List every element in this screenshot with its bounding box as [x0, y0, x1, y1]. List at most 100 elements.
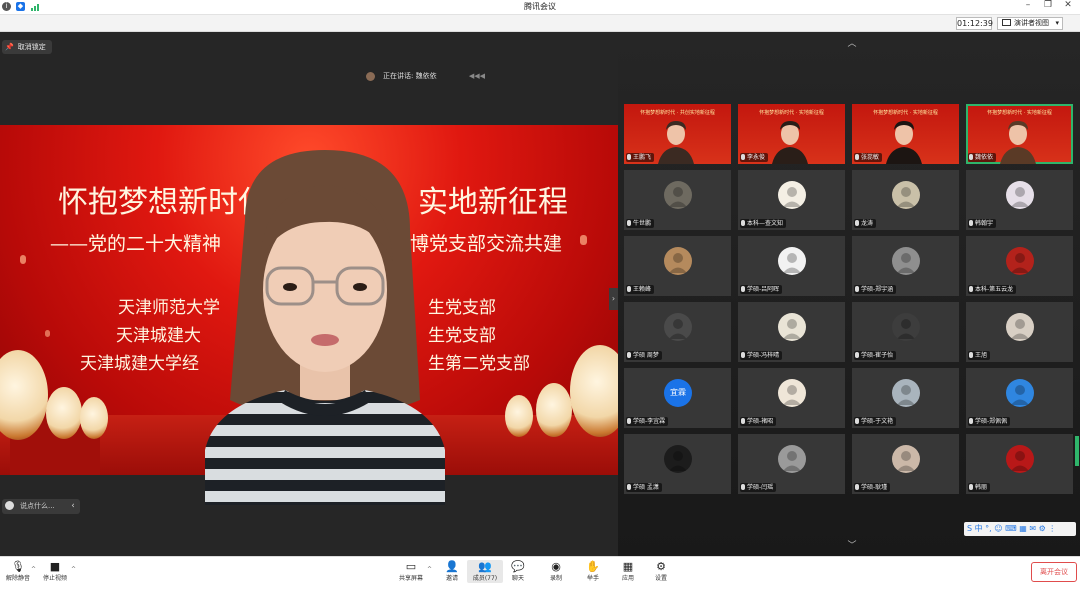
- avatar: [664, 247, 692, 275]
- avatar: [892, 445, 920, 473]
- microphone-icon: [855, 484, 859, 490]
- share-options-caret-icon[interactable]: ^: [427, 566, 432, 573]
- participant-tile[interactable]: 学硕-褚昭: [738, 368, 845, 428]
- speaker-video: [205, 150, 445, 505]
- chevron-down-icon: ▾: [1055, 19, 1059, 27]
- participant-tile[interactable]: 王赖峰: [624, 236, 731, 296]
- avatar: [892, 379, 920, 407]
- apps-label: 应用: [621, 575, 634, 582]
- participant-tile[interactable]: 牛世鹏: [624, 170, 731, 230]
- members-button[interactable]: 👥 成员(77): [467, 560, 503, 583]
- participant-name: 学硕 孟潇: [633, 484, 659, 491]
- participant-name: 学硕-闫瑶: [747, 484, 774, 491]
- minimize-icon[interactable]: –: [1020, 0, 1036, 10]
- microphone-icon: [855, 286, 859, 292]
- record-label: 录制: [549, 575, 562, 582]
- video-options-caret-icon[interactable]: ^: [71, 566, 76, 573]
- participant-tile[interactable]: 本科—查文知: [738, 170, 845, 230]
- participant-name: 学硕-冯梓晴: [747, 352, 780, 359]
- microphone-icon: [741, 418, 745, 424]
- participant-name-label: 龙涛: [854, 219, 877, 228]
- video-button[interactable]: ■ 停止视频: [37, 560, 73, 583]
- meeting-timer: 01:12:39: [956, 17, 993, 30]
- invite-button[interactable]: 👤 邀请: [434, 560, 470, 583]
- participant-tile[interactable]: 怀抱梦想新时代 · 实地新征程 张蕊敏: [852, 104, 959, 164]
- participant-name-label: 本科-第五云龙: [968, 285, 1017, 294]
- participant-name: 学硕-于文艳: [861, 418, 894, 425]
- share-screen-button[interactable]: ▭ 共享屏幕: [393, 560, 429, 583]
- participant-video: [772, 120, 808, 164]
- invite-label: 邀请: [445, 575, 458, 582]
- chat-button[interactable]: 💬 聊天: [500, 560, 536, 583]
- drum-decoration: [536, 383, 572, 437]
- tile-banner: 怀抱梦想新时代 · 实地新征程: [759, 110, 824, 116]
- participant-tile[interactable]: 韩翰宇: [966, 170, 1073, 230]
- microphone-icon: [627, 352, 631, 358]
- participant-tile[interactable]: 宜霖 学硕-李宜霖: [624, 368, 731, 428]
- tile-banner: 怀抱梦想新时代 · 共创实地新征程: [640, 110, 715, 116]
- mute-options-caret-icon[interactable]: ^: [31, 566, 36, 573]
- microphone-icon: [855, 418, 859, 424]
- participant-video: [886, 120, 922, 164]
- tile-banner: 怀抱梦想新时代 · 实地新征程: [987, 110, 1052, 116]
- microphone-icon: [969, 352, 973, 358]
- tile-banner: 怀抱梦想新时代 · 实地新征程: [873, 110, 938, 116]
- chevron-right-icon: ›: [611, 294, 616, 303]
- microphone-icon: [627, 418, 631, 424]
- participant-tile[interactable]: 学硕-闫瑶: [738, 434, 845, 494]
- hand-icon: ✋: [586, 560, 600, 573]
- participant-tile[interactable]: 龙涛: [852, 170, 959, 230]
- share-screen-label: 共享屏幕: [398, 575, 423, 582]
- ime-toolbar[interactable]: S 中 °, ☺ ⌨ ▦ ✉ ⚙ ⋮: [964, 522, 1076, 536]
- quick-chat-placeholder: 说点什么...: [20, 502, 55, 510]
- members-label: 成员(77): [472, 575, 498, 582]
- participant-tile[interactable]: 学硕 孟潇: [624, 434, 731, 494]
- participant-tile[interactable]: 学硕-耿瑾: [852, 434, 959, 494]
- apps-button[interactable]: ▦ 应用: [610, 560, 646, 583]
- record-button[interactable]: ◉ 录制: [538, 560, 574, 583]
- participant-tile[interactable]: 怀抱梦想新时代 · 共创实地新征程 王鹏飞: [624, 104, 731, 164]
- unpin-button[interactable]: 📌 取消锁定: [2, 40, 52, 54]
- leave-meeting-button[interactable]: 离开会议: [1031, 562, 1077, 582]
- speaking-indicator: 正在讲话: 魏依依 ◀◀◀: [366, 70, 485, 82]
- unpin-label: 取消锁定: [17, 43, 46, 51]
- microphone-icon: [855, 154, 859, 160]
- participant-tile[interactable]: 王旭: [966, 302, 1073, 362]
- raise-hand-label: 举手: [586, 575, 599, 582]
- emoji-icon[interactable]: [5, 501, 14, 510]
- settings-button[interactable]: ⚙ 设置: [643, 560, 679, 583]
- collapse-gallery-button[interactable]: ›: [609, 288, 618, 310]
- participant-tile[interactable]: 学硕-冯梓晴: [738, 302, 845, 362]
- participant-tile[interactable]: 学硕-于文艳: [852, 368, 959, 428]
- participant-tile[interactable]: 学硕 周梦: [624, 302, 731, 362]
- participant-tile[interactable]: 本科-第五云龙: [966, 236, 1073, 296]
- microphone-icon: [855, 220, 859, 226]
- participant-name-label: 学硕-于文艳: [854, 417, 897, 426]
- audio-wave-icon: ◀◀◀: [468, 72, 485, 80]
- microphone-icon: [741, 154, 745, 160]
- avatar: [664, 313, 692, 341]
- view-switch-button[interactable]: 演讲者视图 ▾: [997, 17, 1063, 30]
- restore-icon[interactable]: ❐: [1040, 0, 1056, 10]
- microphone-icon: [969, 154, 973, 160]
- chevron-left-icon[interactable]: ‹: [66, 499, 80, 514]
- gallery-scroll-up-icon[interactable]: ︿: [842, 36, 862, 49]
- microphone-icon: [627, 220, 631, 226]
- avatar: [664, 181, 692, 209]
- participant-tile[interactable]: 怀抱梦想新时代 · 实地新征程 魏依依: [966, 104, 1073, 164]
- participant-tile[interactable]: 怀抱梦想新时代 · 实地新征程 李永俊: [738, 104, 845, 164]
- raise-hand-button[interactable]: ✋ 举手: [575, 560, 611, 583]
- apps-icon: ▦: [622, 560, 634, 573]
- layout-icon: [1002, 19, 1011, 26]
- participant-tile[interactable]: 学硕-郑宇涵: [852, 236, 959, 296]
- scrollbar-thumb[interactable]: [1075, 436, 1079, 466]
- gallery-scroll-down-icon[interactable]: ﹀: [842, 538, 862, 551]
- participant-tile[interactable]: 韩丽: [966, 434, 1073, 494]
- microphone-icon: [627, 484, 631, 490]
- participant-tile[interactable]: 学硕-郑佩佩: [966, 368, 1073, 428]
- avatar: [778, 379, 806, 407]
- settings-label: 设置: [654, 575, 667, 582]
- participant-tile[interactable]: 学硕-崔子怡: [852, 302, 959, 362]
- participant-tile[interactable]: 学硕-吕阿晖: [738, 236, 845, 296]
- close-icon[interactable]: ✕: [1060, 0, 1076, 10]
